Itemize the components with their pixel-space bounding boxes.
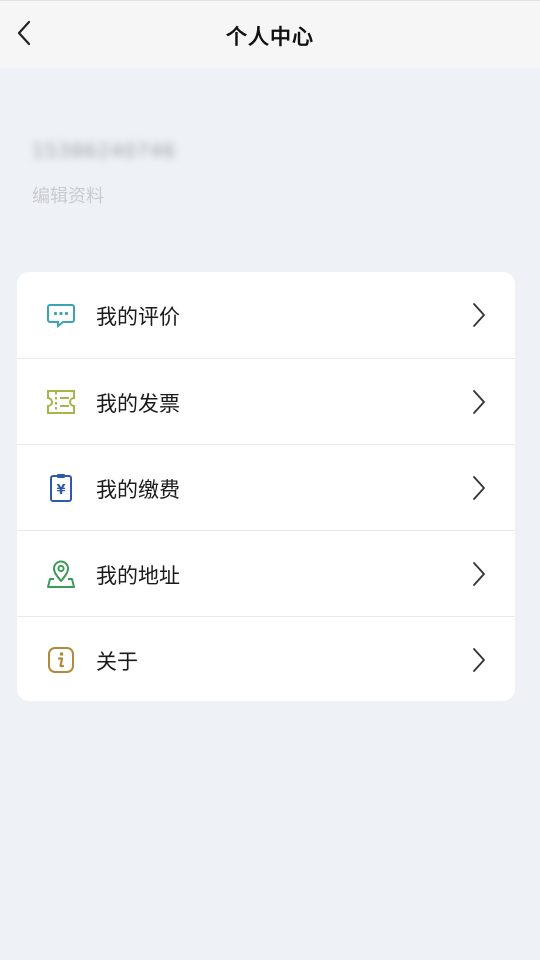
menu-item-reviews[interactable]: 我的评价 xyxy=(17,272,515,358)
top-bar: 个人中心 xyxy=(0,0,540,68)
menu-item-payments[interactable]: ¥ 我的缴费 xyxy=(17,444,515,530)
profile-section: 15386240746 编辑资料 xyxy=(32,140,176,208)
payment-icon: ¥ xyxy=(50,474,72,502)
ticket-icon xyxy=(47,390,75,414)
menu-item-label: 我的评价 xyxy=(96,305,180,329)
chevron-right-icon xyxy=(473,648,485,672)
menu-item-about[interactable]: 关于 xyxy=(17,616,515,701)
chevron-right-icon xyxy=(473,390,485,414)
svg-text:¥: ¥ xyxy=(56,483,65,498)
menu-item-addresses[interactable]: 我的地址 xyxy=(17,530,515,616)
menu-item-invoices[interactable]: 我的发票 xyxy=(17,358,515,444)
chevron-right-icon xyxy=(473,562,485,586)
menu-item-label: 我的缴费 xyxy=(96,478,180,502)
menu-item-label: 我的发票 xyxy=(96,392,180,416)
chevron-right-icon xyxy=(473,303,485,327)
menu-item-label: 我的地址 xyxy=(96,564,180,588)
page-title: 个人中心 xyxy=(226,25,314,49)
chevron-right-icon xyxy=(473,476,485,500)
location-icon xyxy=(47,560,75,588)
menu-card: 我的评价 我的发票 ¥ 我的缴费 我的地址 关于 xyxy=(17,272,515,701)
comment-icon xyxy=(47,304,75,329)
info-icon xyxy=(48,647,74,673)
menu-item-label: 关于 xyxy=(96,650,138,674)
edit-profile-link[interactable]: 编辑资料 xyxy=(32,182,176,208)
phone-number: 15386240746 xyxy=(32,140,176,162)
